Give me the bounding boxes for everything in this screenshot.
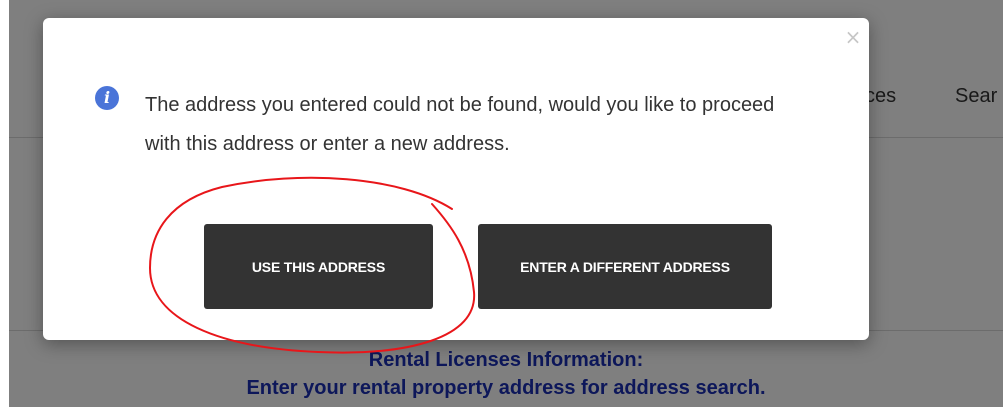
close-button[interactable]: ×	[844, 26, 862, 48]
enter-different-address-button[interactable]: ENTER A DIFFERENT ADDRESS	[478, 224, 772, 309]
dialog-message: The address you entered could not be fou…	[145, 94, 775, 155]
left-strip	[0, 0, 9, 407]
use-this-address-button[interactable]: USE THIS ADDRESS	[204, 224, 433, 309]
address-not-found-dialog: × i The address you entered could not be…	[43, 18, 869, 340]
info-icon: i	[95, 86, 119, 110]
